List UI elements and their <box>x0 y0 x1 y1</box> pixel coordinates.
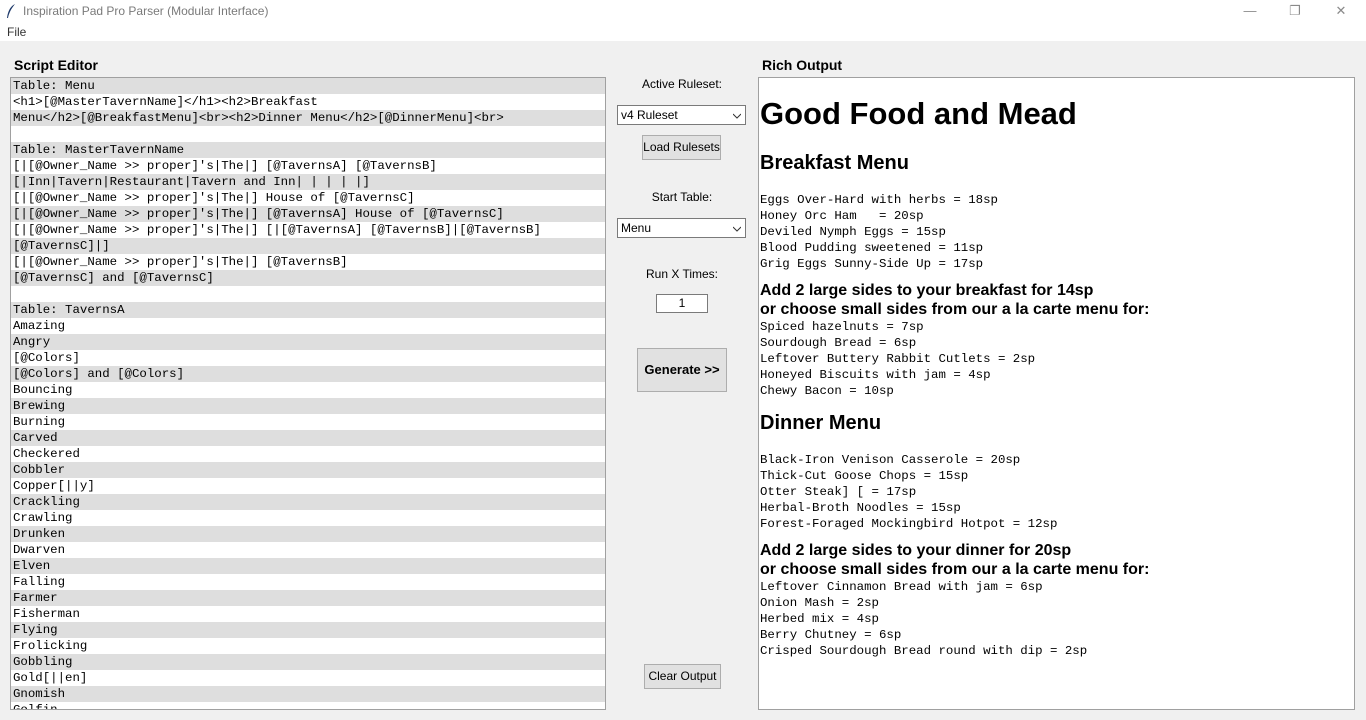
editor-line: [|[@Owner_Name >> proper]'s|The|] House … <box>13 191 415 205</box>
editor-line: Gnomish <box>11 686 605 702</box>
close-button[interactable]: ✕ <box>1318 0 1364 23</box>
output-item: Herbal-Broth Noodles = 15sp <box>760 501 961 515</box>
dinner-sides-items: Leftover Cinnamon Bread with jam = 6sp On… <box>760 579 1354 659</box>
editor-line: Checkered <box>13 447 80 461</box>
editor-line: Table: TavernsA <box>11 302 605 318</box>
editor-line: <h1>[@MasterTavernName]</h1><h2>Breakfas… <box>13 95 318 109</box>
output-item: Eggs Over-Hard with herbs = 18sp <box>760 193 998 207</box>
output-item: Berry Chutney = 6sp <box>760 628 902 642</box>
editor-line: Cobbler <box>11 462 605 478</box>
output-item: Honey Orc Ham = 20sp <box>760 209 924 223</box>
active-ruleset-label: Active Ruleset: <box>641 77 723 91</box>
output-item: Sourdough Bread = 6sp <box>760 336 917 350</box>
editor-line: Crawling <box>13 511 73 525</box>
rich-output-title: Rich Output <box>762 57 843 73</box>
output-item: Black-Iron Venison Casserole = 20sp <box>760 453 1021 467</box>
editor-line: Frolicking <box>13 639 88 653</box>
breakfast-sides-line-1: Add 2 large sides to your breakfast for … <box>760 282 1094 299</box>
script-editor[interactable]: Table: Menu <h1>[@MasterTavernName]</h1><… <box>10 77 606 710</box>
chevron-down-icon <box>733 113 741 119</box>
editor-line: Gold[||en] <box>13 671 88 685</box>
editor-line: Fisherman <box>13 607 80 621</box>
editor-line: Elven <box>11 558 605 574</box>
start-table-label: Start Table: <box>651 190 713 204</box>
editor-line: [|[@Owner_Name >> proper]'s|The|] [@Tave… <box>13 159 437 173</box>
editor-line: [|[@Owner_Name >> proper]'s|The|] [@Tave… <box>13 255 348 269</box>
editor-line: Golfin <box>13 703 58 710</box>
output-item: Forest-Foraged Mockingbird Hotpot = 12sp <box>760 517 1058 531</box>
editor-line: Burning <box>13 415 66 429</box>
breakfast-sides-line-2: or choose small sides from our a la cart… <box>760 301 1150 318</box>
output-item: Leftover Cinnamon Bread with jam = 6sp <box>760 580 1043 594</box>
generate-button[interactable]: Generate >> <box>637 348 727 392</box>
output-item: Crisped Sourdough Bread round with dip =… <box>760 644 1088 658</box>
dinner-sides-line-1: Add 2 large sides to your dinner for 20s… <box>760 542 1072 559</box>
editor-line: Flying <box>11 622 605 638</box>
start-table-select-value: Menu <box>621 221 652 235</box>
restore-button[interactable]: ❐ <box>1272 0 1318 23</box>
breakfast-heading: Breakfast Menu <box>760 152 909 174</box>
editor-line: [|[@Owner_Name >> proper]'s|The|] [|[@Ta… <box>13 223 541 237</box>
editor-line: Carved <box>11 430 605 446</box>
load-rulesets-button[interactable]: Load Rulesets <box>642 135 721 160</box>
editor-line: Menu</h2>[@BreakfastMenu]<br><h2>Dinner … <box>11 110 605 126</box>
feather-icon <box>7 4 15 18</box>
output-item: Chewy Bacon = 10sp <box>760 384 894 398</box>
editor-line: Crackling <box>11 494 605 510</box>
start-table-select[interactable]: Menu <box>617 218 746 238</box>
editor-line: [@TavernsC] and [@TavernsC] <box>11 270 605 286</box>
menu-bar: File <box>0 23 1366 41</box>
run-x-times-label: Run X Times: <box>645 267 719 281</box>
editor-line: Table: Menu <box>11 78 605 94</box>
editor-line: Amazing <box>13 319 66 333</box>
output-item: Blood Pudding sweetened = 11sp <box>760 241 984 255</box>
editor-line: [@Colors] and [@Colors] <box>11 366 605 382</box>
dinner-sides-line-2: or choose small sides from our a la cart… <box>760 561 1150 578</box>
output-item: Honeyed Biscuits with jam = 4sp <box>760 368 991 382</box>
editor-line: Farmer <box>11 590 605 606</box>
editor-line: Bouncing <box>13 383 73 397</box>
editor-line: Copper[||y] <box>13 479 95 493</box>
editor-line: Brewing <box>11 398 605 414</box>
output-item: Onion Mash = 2sp <box>760 596 879 610</box>
minimize-button[interactable]: — <box>1227 0 1273 23</box>
output-item: Grig Eggs Sunny-Side Up = 17sp <box>760 257 984 271</box>
editor-line: [|[@Owner_Name >> proper]'s|The|] [@Tave… <box>11 206 605 222</box>
window-title: Inspiration Pad Pro Parser (Modular Inte… <box>23 4 269 18</box>
editor-line: [|Inn|Tavern|Restaurant|Tavern and Inn| … <box>11 174 605 190</box>
menu-file[interactable]: File <box>7 25 26 39</box>
breakfast-sides-items: Spiced hazelnuts = 7sp Sourdough Bread = … <box>760 319 1354 399</box>
editor-line: Dwarven <box>13 543 66 557</box>
editor-line: [@Colors] <box>13 351 80 365</box>
dinner-heading: Dinner Menu <box>760 412 882 434</box>
editor-line: Table: MasterTavernName <box>11 142 605 158</box>
editor-line: Drunken <box>11 526 605 542</box>
output-item: Herbed mix = 4sp <box>760 612 879 626</box>
title-bar: Inspiration Pad Pro Parser (Modular Inte… <box>0 0 1366 23</box>
output-item: Thick-Cut Goose Chops = 15sp <box>760 469 969 483</box>
dinner-items: Black-Iron Venison Casserole = 20sp Thick… <box>760 452 1354 532</box>
run-x-times-input[interactable]: 1 <box>656 294 708 313</box>
output-item: Spiced hazelnuts = 7sp <box>760 320 924 334</box>
ruleset-select[interactable]: v4 Ruleset <box>617 105 746 125</box>
output-heading: Good Food and Mead <box>760 96 1077 131</box>
clear-output-button[interactable]: Clear Output <box>644 664 721 689</box>
rich-output-panel: Good Food and Mead Breakfast Menu Eggs O… <box>758 77 1355 710</box>
output-item: Leftover Buttery Rabbit Cutlets = 2sp <box>760 352 1036 366</box>
script-editor-title: Script Editor <box>14 57 99 73</box>
editor-line: Angry <box>11 334 605 350</box>
output-item: Deviled Nymph Eggs = 15sp <box>760 225 946 239</box>
editor-line: [@TavernsC]|] <box>11 238 605 254</box>
editor-line: Gobbling <box>11 654 605 670</box>
breakfast-items: Eggs Over-Hard with herbs = 18sp Honey Or… <box>760 192 1354 272</box>
chevron-down-icon <box>733 226 741 232</box>
ruleset-select-value: v4 Ruleset <box>621 108 678 122</box>
output-item: Otter Steak] [ = 17sp <box>760 485 917 499</box>
editor-line: Falling <box>13 575 66 589</box>
